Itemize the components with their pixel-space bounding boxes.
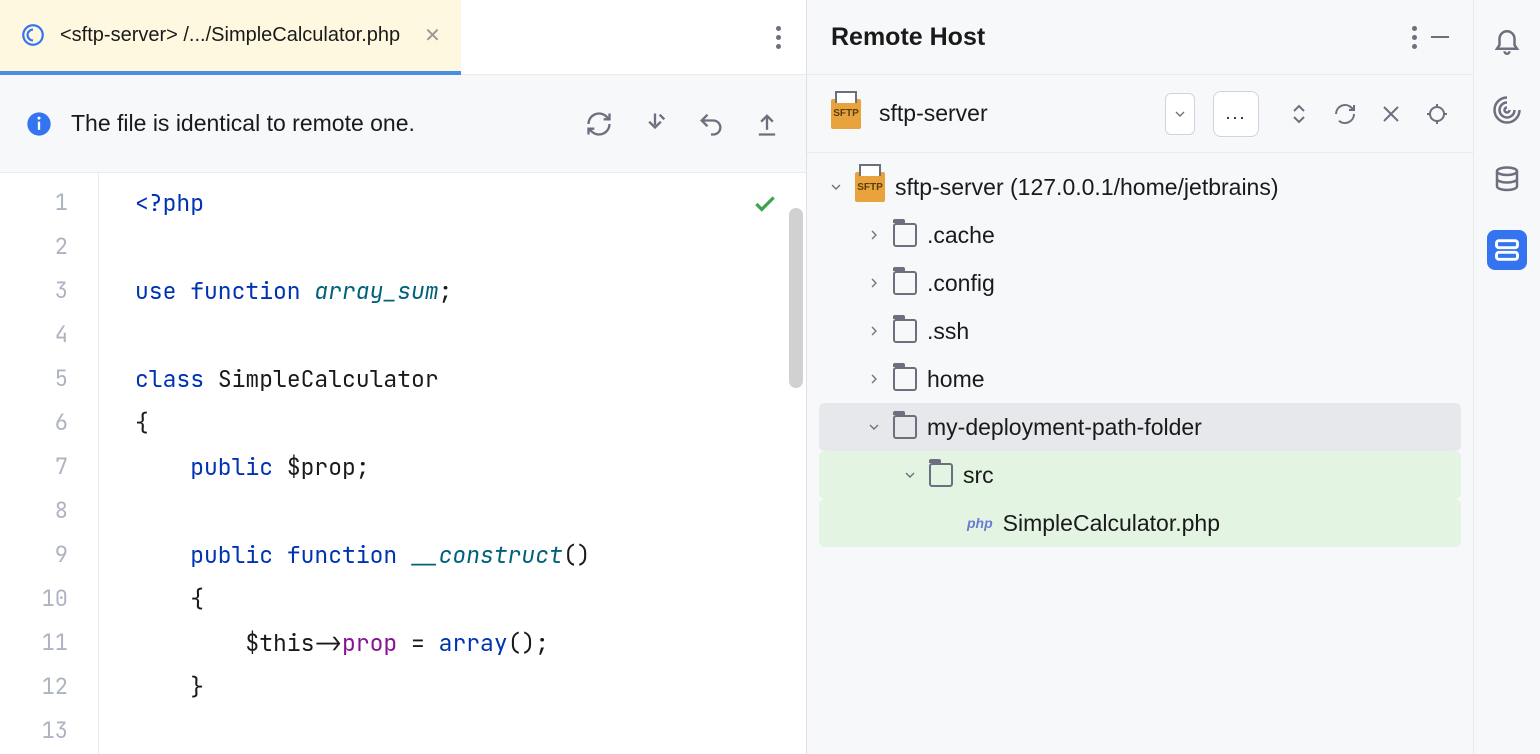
remote-host-header: Remote Host xyxy=(807,0,1473,75)
spiral-icon[interactable] xyxy=(1487,90,1527,130)
info-bar: The file is identical to remote one. xyxy=(0,75,806,173)
server-dropdown[interactable] xyxy=(1165,93,1195,135)
close-icon[interactable]: ✕ xyxy=(424,23,441,48)
tree-root[interactable]: SFTP sftp-server (127.0.0.1/home/jetbrai… xyxy=(819,163,1461,211)
scrollbar[interactable] xyxy=(789,208,803,388)
tree-folder[interactable]: home xyxy=(819,355,1461,403)
info-message: The file is identical to remote one. xyxy=(71,110,567,137)
code-editor[interactable]: 1 2 3 4 5 6 7 8 9 10 11 12 13 <?php use … xyxy=(0,173,806,754)
collapse-all-icon[interactable] xyxy=(1287,102,1311,126)
line-number: 7 xyxy=(0,445,98,489)
folder-icon xyxy=(893,367,917,391)
folder-icon xyxy=(929,463,953,487)
file-label: SimpleCalculator.php xyxy=(1003,510,1220,537)
locate-icon[interactable] xyxy=(1425,102,1449,126)
folder-label: my-deployment-path-folder xyxy=(927,414,1202,441)
chevron-right-icon xyxy=(865,226,883,244)
line-number: 9 xyxy=(0,533,98,577)
editor-tab[interactable]: <sftp-server> /.../SimpleCalculator.php … xyxy=(0,0,461,75)
line-number: 3 xyxy=(0,269,98,313)
remote-host-toolbar: SFTP sftp-server ... xyxy=(807,75,1473,153)
line-number: 4 xyxy=(0,313,98,357)
line-number: 5 xyxy=(0,357,98,401)
code-content[interactable]: <?php use function array_sum; class Simp… xyxy=(98,173,806,754)
server-name: sftp-server xyxy=(879,100,1147,127)
check-icon xyxy=(752,191,778,217)
folder-label: src xyxy=(963,462,994,489)
notifications-icon[interactable] xyxy=(1487,20,1527,60)
minimize-icon[interactable] xyxy=(1431,36,1449,38)
remote-file-tree: SFTP sftp-server (127.0.0.1/home/jetbrai… xyxy=(807,153,1473,557)
tree-folder[interactable]: .cache xyxy=(819,211,1461,259)
remote-host-tool-icon[interactable] xyxy=(1487,230,1527,270)
tree-folder[interactable]: .config xyxy=(819,259,1461,307)
tab-title: <sftp-server> /.../SimpleCalculator.php xyxy=(60,24,400,47)
line-number: 11 xyxy=(0,621,98,665)
line-number: 10 xyxy=(0,577,98,621)
more-servers-button[interactable]: ... xyxy=(1213,91,1259,137)
php-file-icon: php xyxy=(967,515,993,531)
folder-label: home xyxy=(927,366,985,393)
chevron-right-icon xyxy=(865,370,883,388)
sftp-icon: SFTP xyxy=(855,172,885,202)
undo-icon[interactable] xyxy=(697,110,725,138)
tree-folder-selected[interactable]: my-deployment-path-folder xyxy=(819,403,1461,451)
sftp-icon: SFTP xyxy=(831,99,861,129)
compare-icon xyxy=(20,22,46,48)
info-icon xyxy=(25,110,53,138)
chevron-down-icon xyxy=(827,178,845,196)
line-number: 2 xyxy=(0,225,98,269)
tree-folder[interactable]: src xyxy=(819,451,1461,499)
download-icon[interactable] xyxy=(641,110,669,138)
line-number: 1 xyxy=(0,181,98,225)
tree-folder[interactable]: .ssh xyxy=(819,307,1461,355)
refresh-icon[interactable] xyxy=(585,110,613,138)
chevron-right-icon xyxy=(865,322,883,340)
folder-label: .config xyxy=(927,270,995,297)
right-tool-strip xyxy=(1473,0,1540,754)
folder-label: .ssh xyxy=(927,318,969,345)
folder-icon xyxy=(893,271,917,295)
chevron-down-icon xyxy=(901,466,919,484)
line-number: 12 xyxy=(0,665,98,709)
panel-title: Remote Host xyxy=(831,23,1398,52)
gutter: 1 2 3 4 5 6 7 8 9 10 11 12 13 xyxy=(0,173,98,754)
panel-options-icon[interactable] xyxy=(1412,26,1417,49)
line-number: 6 xyxy=(0,401,98,445)
folder-icon xyxy=(893,223,917,247)
chevron-right-icon xyxy=(865,274,883,292)
tree-file[interactable]: php SimpleCalculator.php xyxy=(819,499,1461,547)
chevron-down-icon xyxy=(865,418,883,436)
folder-label: .cache xyxy=(927,222,995,249)
folder-icon xyxy=(893,319,917,343)
upload-icon[interactable] xyxy=(753,110,781,138)
tab-options-menu[interactable] xyxy=(751,26,806,49)
line-number: 13 xyxy=(0,709,98,753)
editor-tab-bar: <sftp-server> /.../SimpleCalculator.php … xyxy=(0,0,806,75)
database-icon[interactable] xyxy=(1487,160,1527,200)
disconnect-icon[interactable] xyxy=(1379,102,1403,126)
line-number: 8 xyxy=(0,489,98,533)
folder-icon xyxy=(893,415,917,439)
refresh-tree-icon[interactable] xyxy=(1333,102,1357,126)
tree-root-label: sftp-server (127.0.0.1/home/jetbrains) xyxy=(895,174,1279,201)
